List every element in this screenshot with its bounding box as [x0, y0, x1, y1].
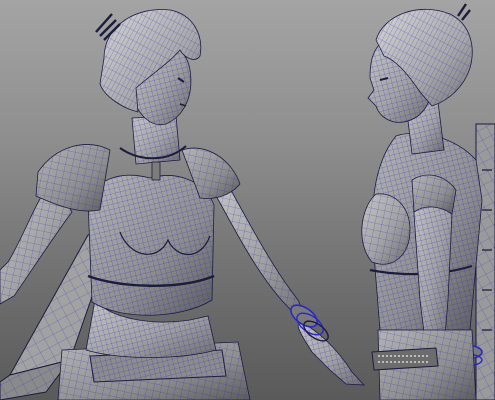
top-mesh — [87, 174, 215, 316]
belt-side-mesh — [371, 329, 477, 400]
3d-viewport[interactable] — [0, 0, 495, 400]
character-model-front[interactable] — [0, 9, 365, 400]
viewport-scene — [0, 3, 495, 400]
character-model-side[interactable] — [361, 3, 495, 400]
neck-mesh — [119, 115, 187, 181]
sword-side-mesh — [475, 123, 495, 400]
